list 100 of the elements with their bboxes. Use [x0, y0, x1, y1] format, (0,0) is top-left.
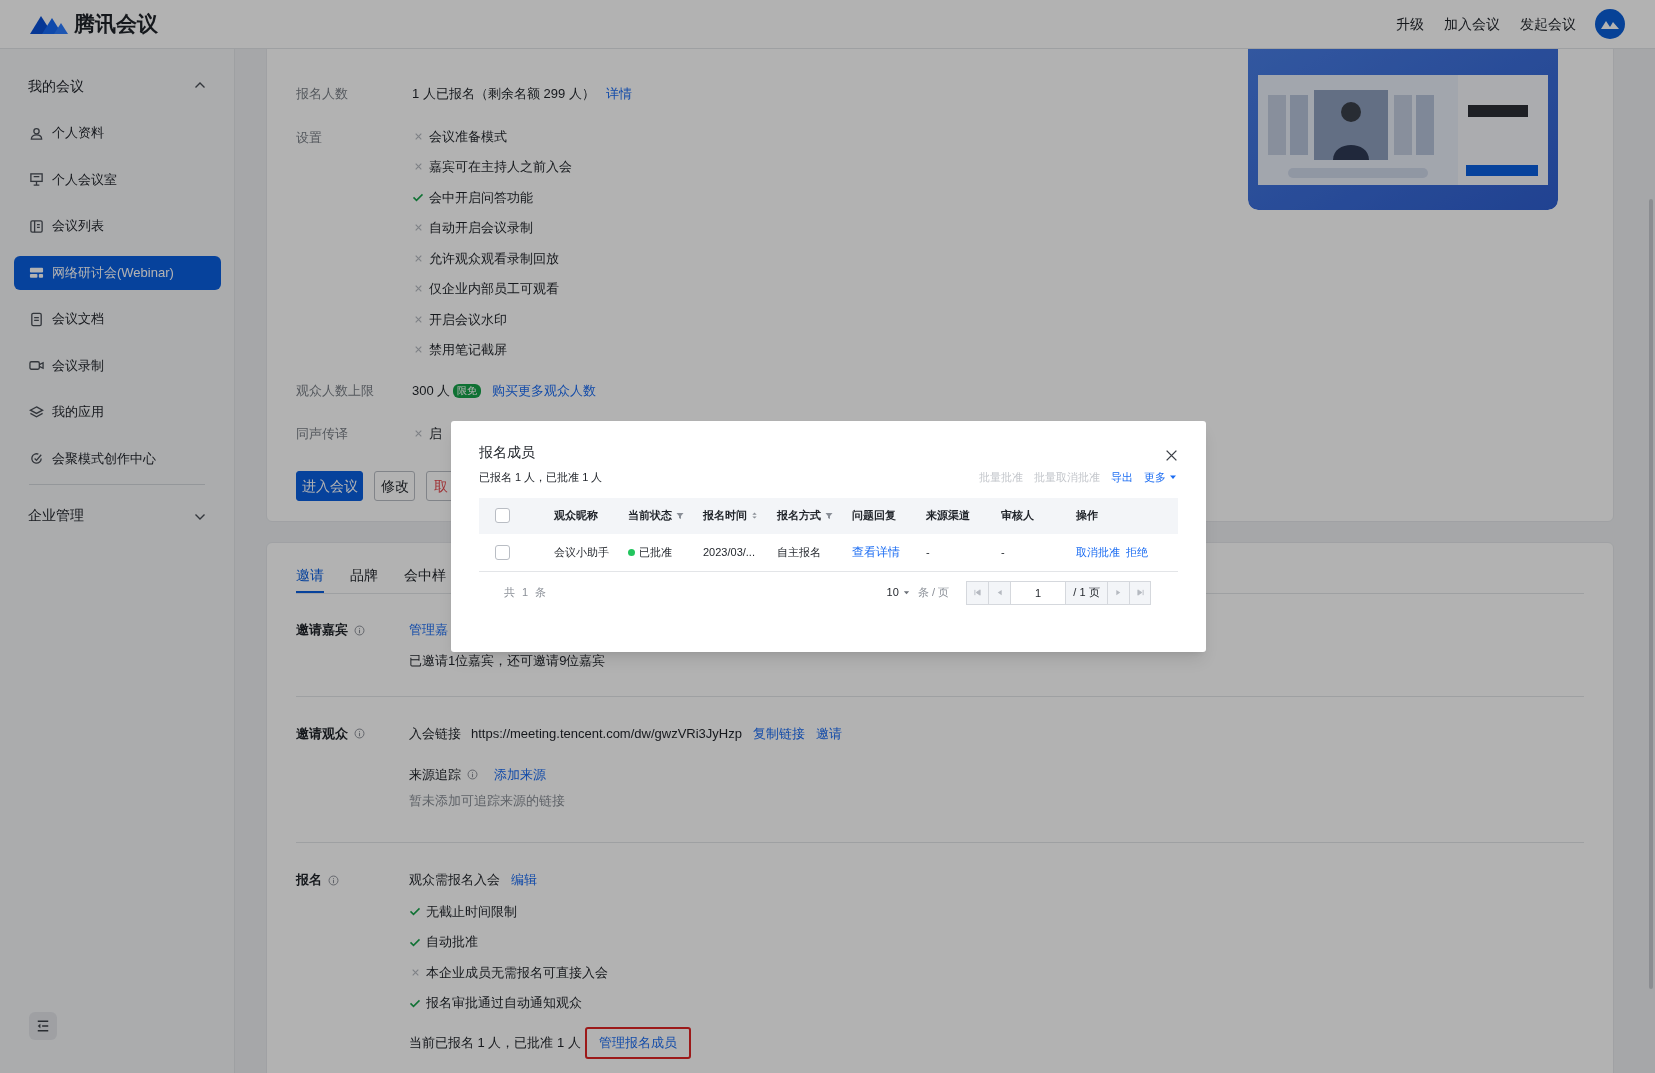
field-value: 300 人 — [412, 381, 451, 400]
sidebar-group-header[interactable]: 我的会议 — [14, 63, 220, 109]
note-text: 已邀请1位嘉宾，还可邀请9位嘉宾 — [409, 652, 606, 670]
action-button[interactable]: 进入会议 — [296, 471, 363, 501]
info-icon — [354, 624, 365, 636]
monitor-icon — [29, 172, 44, 187]
field-label: 同声传译 — [296, 424, 349, 443]
setting-label: 自动开启会议录制 — [429, 219, 533, 237]
summary-text: 当前已报名 1 人，已批准 1 人 — [409, 1034, 581, 1053]
column-header: 审核人 — [1001, 508, 1034, 524]
link[interactable]: 拒绝 — [1126, 543, 1148, 561]
link[interactable]: 邀请 — [815, 723, 842, 744]
field-label: 设置 — [296, 129, 323, 147]
pager-button[interactable] — [1129, 580, 1151, 605]
table-cell-text: 自主报名 — [777, 544, 821, 560]
setting-label: 报名审批通过自动通知观众 — [426, 994, 582, 1012]
tab[interactable]: 会中样 — [404, 559, 446, 593]
page-input[interactable]: 1 — [1010, 580, 1065, 605]
dialog-summary: 已报名 1 人，已批准 1 人 — [479, 470, 603, 485]
setting-label: 嘉宾可在主持人之前入会 — [429, 158, 572, 176]
page-size-select[interactable]: 10 — [886, 584, 910, 601]
setting-label: 本企业成员无需报名可直接入会 — [426, 963, 608, 982]
document-icon — [29, 311, 44, 327]
header-link[interactable]: 发起会议 — [1520, 13, 1576, 35]
tab[interactable]: 邀请 — [296, 559, 324, 593]
header-link[interactable]: 加入会议 — [1444, 13, 1500, 35]
toolbar-button[interactable]: 更多 — [1144, 469, 1177, 486]
table-cell-text: 会议小助手 — [554, 544, 609, 560]
clock-check-icon — [29, 451, 44, 466]
link[interactable]: 复制链接 — [752, 723, 805, 744]
sidebar-item[interactable]: 会议录制 — [14, 348, 221, 383]
empty-hint: 暂未添加可追踪来源的链接 — [409, 791, 566, 810]
column-header: 观众昵称 — [554, 508, 598, 524]
setting-label: 无截止时间限制 — [426, 902, 517, 921]
setting-label: 启 — [429, 424, 442, 443]
setting-label: 仅企业内部员工可观看 — [429, 280, 559, 298]
sidebar-group-header[interactable]: 企业管理 — [14, 492, 220, 539]
column-header: 操作 — [1076, 508, 1098, 524]
column-header: 问题回复 — [852, 508, 896, 524]
field-label: 报名人数 — [296, 84, 349, 103]
column-header: 当前状态 — [628, 508, 672, 524]
person-icon — [29, 125, 44, 141]
table-cell-text: - — [926, 544, 930, 560]
link[interactable]: 详情 — [605, 83, 632, 104]
total-count: 共 1 条 — [504, 585, 549, 601]
info-icon — [328, 874, 339, 886]
layout-icon — [29, 265, 44, 280]
checkbox[interactable] — [495, 544, 510, 560]
link[interactable]: 查看详情 — [852, 543, 900, 561]
collapse-icon — [36, 1019, 50, 1033]
setting-label: 会议准备模式 — [429, 127, 507, 146]
field-label: 观众人数上限 — [296, 381, 375, 400]
pager-button[interactable] — [988, 580, 1010, 605]
manage-link[interactable]: 管理报名成员 — [584, 1027, 691, 1059]
sidebar-item[interactable]: 我的应用 — [14, 395, 221, 429]
sidebar-item[interactable]: 网络研讨会(Webinar) — [14, 255, 221, 290]
link[interactable]: 编辑 — [511, 870, 537, 890]
sidebar-item[interactable]: 个人会议室 — [14, 162, 221, 197]
column-header: 报名方式 — [777, 508, 821, 524]
toolbar-button[interactable]: 导出 — [1111, 469, 1133, 486]
list-icon — [29, 218, 44, 234]
sort-icon[interactable] — [751, 511, 758, 520]
setting-label: 允许观众观看录制回放 — [429, 249, 559, 268]
promo-badge: 限免 — [453, 383, 482, 398]
tab[interactable]: 品牌 — [350, 559, 378, 593]
pager-button[interactable] — [1107, 580, 1129, 605]
header-link[interactable]: 升级 — [1396, 13, 1424, 35]
table-cell-text: 已批准 — [639, 544, 672, 560]
sidebar-item[interactable]: 会议文档 — [14, 302, 221, 336]
video-camera-icon — [29, 358, 44, 373]
column-header: 报名时间 — [703, 508, 747, 524]
section-title: 邀请嘉宾 — [296, 621, 348, 640]
sidebar-item[interactable]: 个人资料 — [14, 116, 221, 150]
previous-icon — [996, 589, 1003, 596]
checkbox[interactable] — [495, 508, 510, 523]
caret-down-icon — [902, 589, 910, 596]
filter-icon[interactable] — [825, 511, 833, 520]
sidebar-item[interactable]: 会议列表 — [14, 209, 221, 243]
link[interactable]: 添加来源 — [494, 764, 546, 785]
action-button[interactable]: 修改 — [374, 471, 415, 501]
link[interactable]: 取消批准 — [1076, 543, 1120, 561]
info-icon — [467, 769, 478, 780]
avatar-icon[interactable] — [1595, 9, 1625, 39]
link[interactable]: 购买更多观众人数 — [492, 380, 597, 401]
table-cell-text: 2023/03/... — [703, 544, 755, 560]
info-icon — [354, 728, 365, 739]
page-total: / 1 页 — [1065, 580, 1107, 605]
field-label: 入会链接 — [409, 724, 461, 743]
setting-label: 禁用笔记截屏 — [429, 341, 507, 359]
pager-button[interactable] — [966, 580, 988, 605]
close-icon[interactable] — [1165, 449, 1178, 462]
sidebar-item[interactable]: 会聚模式创作中心 — [14, 441, 221, 476]
field-value: 1 人已报名（剩余名额 299 人） — [412, 84, 595, 103]
field-value: 观众需报名入会 — [409, 871, 500, 890]
collapse-sidebar-button[interactable] — [29, 1012, 57, 1040]
first-page-icon — [974, 589, 981, 596]
table-cell-text: - — [1001, 544, 1005, 560]
setting-label: 开启会议水印 — [429, 310, 507, 329]
setting-label: 会中开启问答功能 — [429, 188, 533, 207]
filter-icon[interactable] — [676, 511, 684, 520]
